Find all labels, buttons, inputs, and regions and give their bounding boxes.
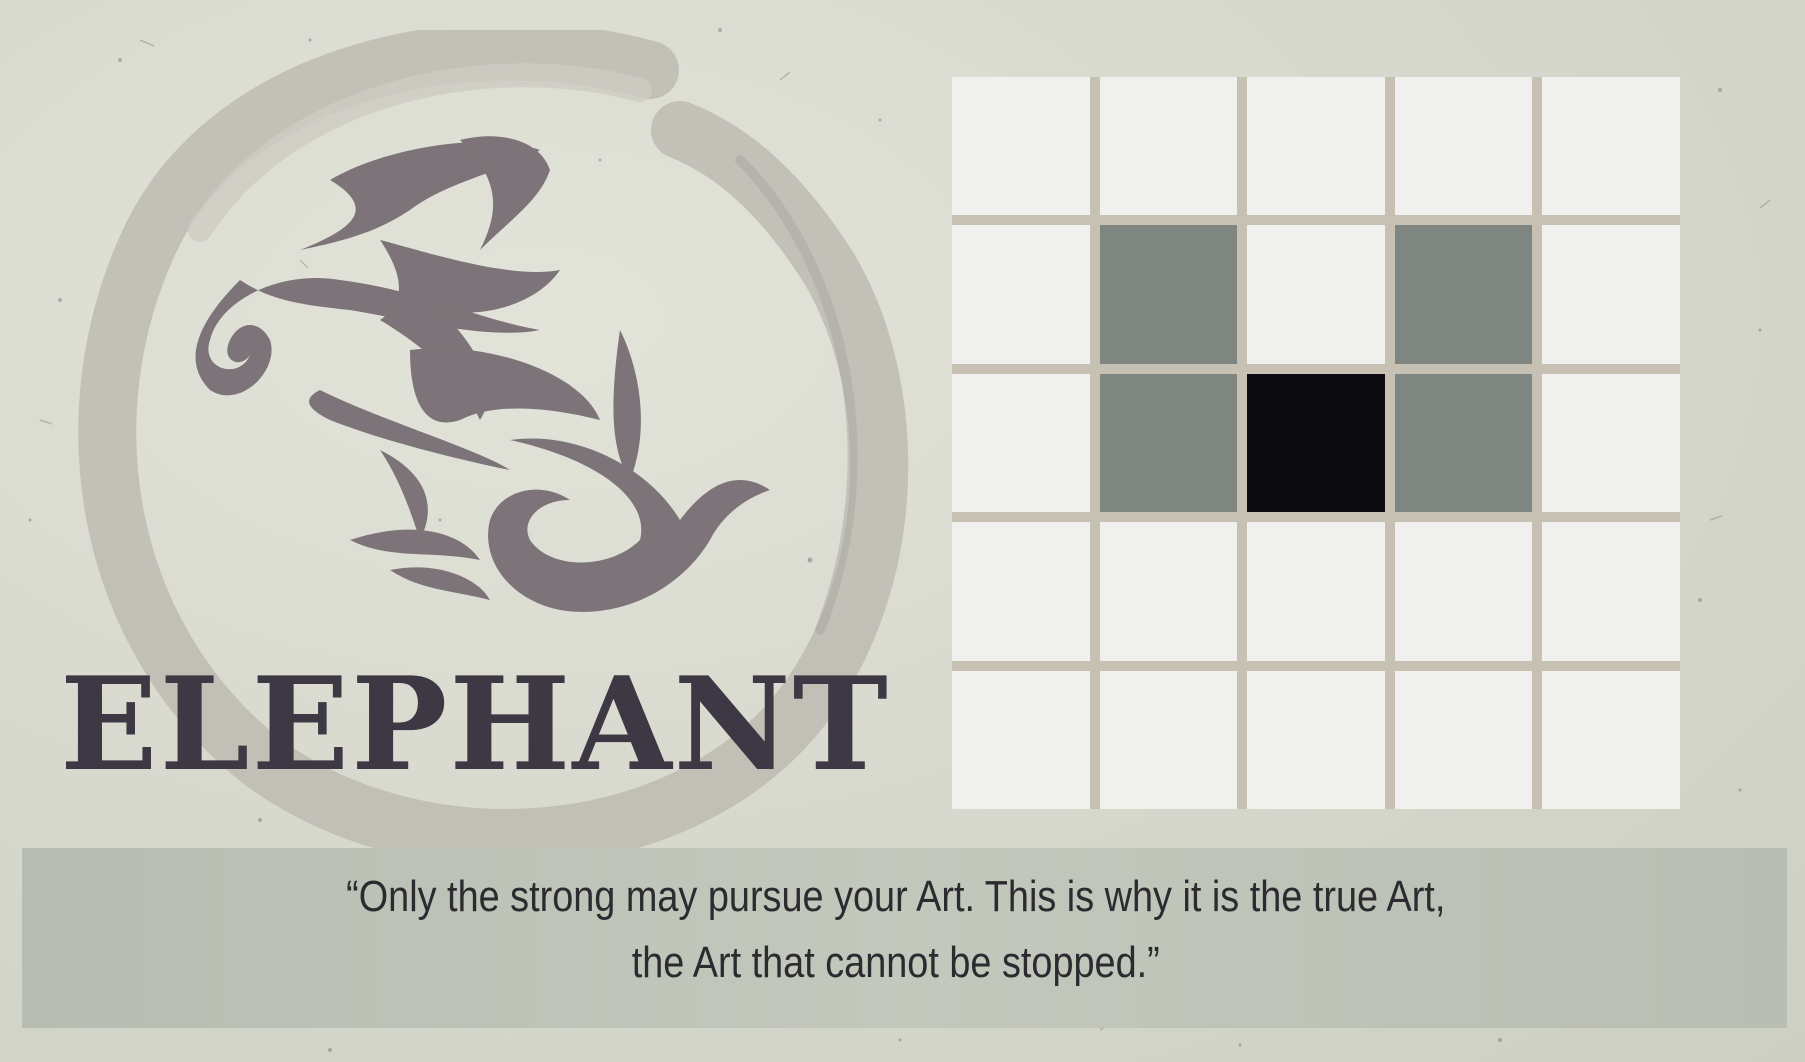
grid-cell-empty	[1247, 522, 1385, 661]
grid-cell-move	[1394, 225, 1533, 364]
grid-cell-empty	[952, 77, 1090, 216]
quote-line-2: the Art that cannot be stopped.”	[631, 938, 1160, 987]
grid-cell-empty	[952, 522, 1090, 661]
grid-cell-empty	[1247, 77, 1385, 216]
grid-cell-empty	[1099, 77, 1238, 216]
grid-cell-piece	[1247, 373, 1385, 513]
grid-cell-empty	[952, 670, 1090, 809]
grid-cell-empty	[952, 225, 1090, 364]
grid-cell-empty	[1247, 225, 1385, 364]
grid-cell-move	[1099, 225, 1238, 364]
grid-cell-empty	[1542, 225, 1680, 364]
grid-cell-empty	[1542, 522, 1680, 661]
grid-cell-empty	[1542, 670, 1680, 809]
move-grid	[952, 77, 1680, 809]
onitama-card: ELEPHANT “Only the strong may pursue you…	[0, 0, 1805, 1062]
grid-cell-empty	[1099, 522, 1238, 661]
grid-cell-empty	[1394, 522, 1533, 661]
grid-cell-empty	[1099, 670, 1238, 809]
quote-line-1: “Only the strong may pursue your Art. Th…	[346, 872, 1446, 921]
grid-cell-move	[1394, 373, 1533, 513]
elephant-calligraphy-icon	[195, 136, 770, 612]
grid-cell-empty	[952, 373, 1090, 513]
grid-cell-empty	[1394, 77, 1533, 216]
grid-cell-empty	[1542, 77, 1680, 216]
grid-cell-empty	[1542, 373, 1680, 513]
grid-cell-empty	[1247, 670, 1385, 809]
grid-cell-move	[1099, 373, 1238, 513]
card-title: ELEPHANT	[60, 650, 890, 800]
grid-cell-empty	[1394, 670, 1533, 809]
